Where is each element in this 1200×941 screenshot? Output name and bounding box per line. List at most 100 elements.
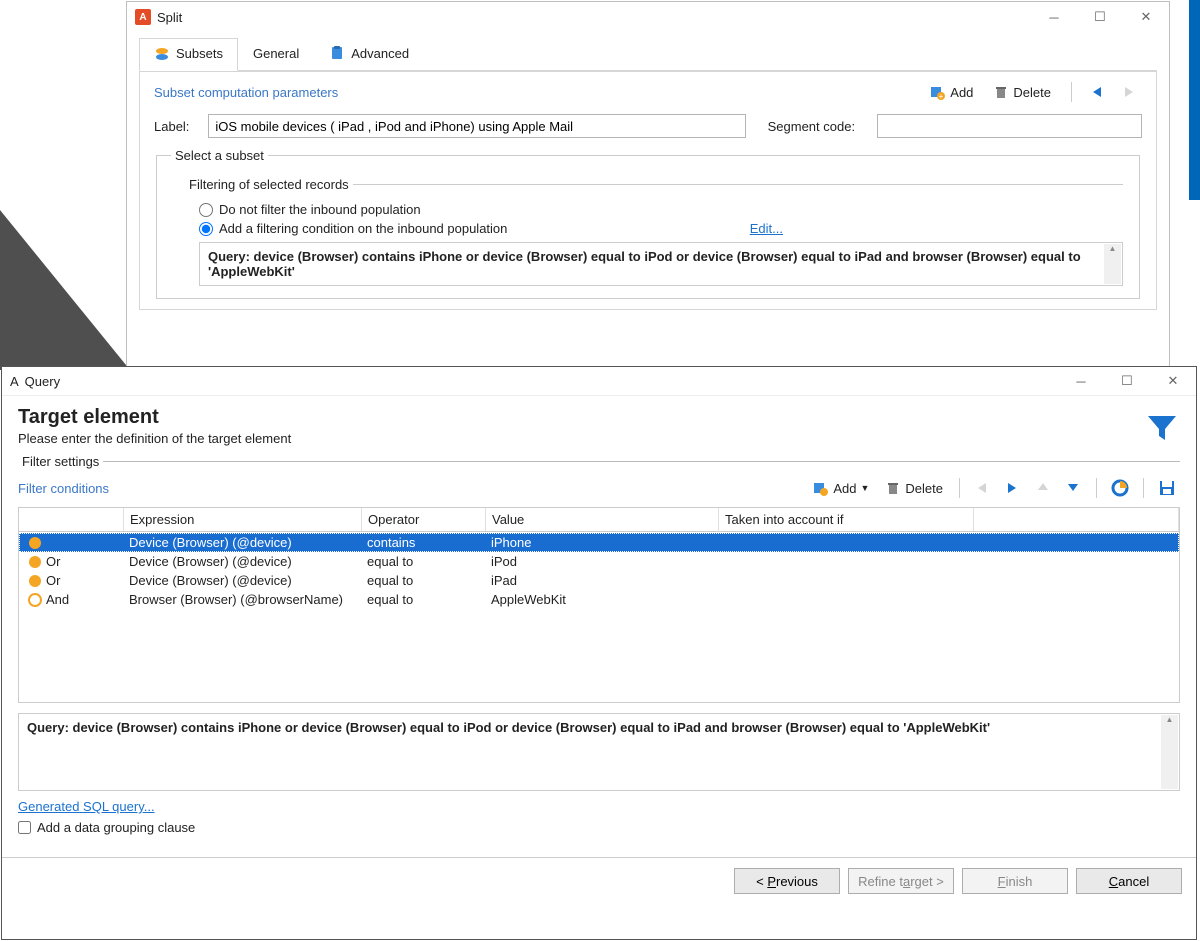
condition-row[interactable]: Or Device (Browser) (@device)equal toiPad — [19, 571, 1179, 590]
arrow-up-icon — [1036, 480, 1050, 496]
separator — [1143, 478, 1144, 498]
condition-icon — [28, 574, 42, 588]
filter-settings-fieldset: Filter settings Filter conditions Add ▼ … — [18, 454, 1180, 849]
query-titlebar: A Query ─ ☐ ✕ — [2, 367, 1196, 395]
refine-button[interactable]: Refine target > — [848, 868, 954, 894]
grid-header: Expression Operator Value Taken into acc… — [19, 508, 1179, 532]
condition-row[interactable]: Device (Browser) (@device)containsiPhone — [19, 533, 1179, 552]
app-logo-icon: A — [135, 9, 151, 25]
col-taken-into[interactable]: Taken into account if — [719, 508, 974, 531]
grid-body: Device (Browser) (@device)containsiPhone… — [19, 532, 1179, 702]
split-titlebar: A Split ─ ☐ ✕ — [127, 2, 1169, 32]
logic-text: And — [46, 592, 69, 607]
separator — [1096, 478, 1097, 498]
tab-general-label: General — [253, 46, 299, 61]
nav-forward-button[interactable] — [1118, 82, 1142, 102]
move-up-button[interactable] — [1030, 477, 1056, 499]
col-expression[interactable]: Expression — [124, 508, 362, 531]
minimize-button[interactable]: ─ — [1058, 367, 1104, 395]
trash-icon — [993, 84, 1009, 100]
query-subheading: Please enter the definition of the targe… — [18, 431, 1180, 446]
nav-left-button[interactable] — [970, 477, 996, 499]
query-preview-text: Query: device (Browser) contains iPhone … — [208, 249, 1081, 279]
grouping-checkbox[interactable] — [18, 821, 31, 834]
segment-code-label: Segment code: — [768, 119, 869, 134]
maximize-button[interactable]: ☐ — [1104, 367, 1150, 395]
radio-filter-label: Add a filtering condition on the inbound… — [219, 221, 507, 236]
generated-sql-link[interactable]: Generated SQL query... — [18, 799, 155, 814]
query-window: A Query ─ ☐ ✕ Target element Please ente… — [1, 366, 1197, 940]
nav-right-button[interactable] — [1000, 477, 1026, 499]
dialog-buttons: < Previous Refine target > Finish Cancel — [2, 857, 1196, 904]
delete-condition-label: Delete — [905, 481, 943, 496]
scrollbar[interactable] — [1104, 244, 1121, 284]
radio-no-filter[interactable] — [199, 203, 213, 217]
background-triangle — [0, 210, 130, 370]
col-operator[interactable]: Operator — [362, 508, 486, 531]
expression-cell: Browser (Browser) (@browserName) — [125, 592, 363, 607]
pie-chart-icon — [1111, 479, 1129, 497]
move-down-button[interactable] — [1060, 477, 1086, 499]
tab-advanced[interactable]: Advanced — [314, 38, 424, 70]
filtering-legend: Filtering of selected records — [185, 177, 353, 192]
add-subset-label: Add — [950, 85, 973, 100]
col-tail — [974, 508, 1179, 531]
tab-advanced-label: Advanced — [351, 46, 409, 61]
query-heading: Target element — [18, 406, 1180, 429]
value-cell: AppleWebKit — [487, 592, 720, 607]
condition-icon — [28, 536, 42, 550]
delete-condition-button[interactable]: Delete — [879, 478, 949, 498]
value-cell: iPhone — [487, 535, 720, 550]
nav-back-button[interactable] — [1086, 82, 1110, 102]
subset-panel: Subset computation parameters + Add Dele… — [139, 71, 1157, 310]
delete-subset-button[interactable]: Delete — [987, 82, 1057, 102]
expression-cell: Device (Browser) (@device) — [125, 554, 363, 569]
value-cell: iPod — [487, 554, 720, 569]
tab-subsets-label: Subsets — [176, 46, 223, 61]
edit-link[interactable]: Edit... — [750, 221, 1123, 236]
save-button[interactable] — [1154, 477, 1180, 499]
col-value[interactable]: Value — [486, 508, 719, 531]
label-input[interactable] — [208, 114, 745, 138]
label-row: Label: Segment code: — [154, 114, 1142, 138]
value-cell: iPad — [487, 573, 720, 588]
grouping-clause-row[interactable]: Add a data grouping clause — [18, 820, 1180, 835]
cancel-button[interactable]: Cancel — [1076, 868, 1182, 894]
tab-general[interactable]: General — [238, 38, 314, 70]
scrollbar[interactable] — [1161, 715, 1178, 789]
radio-filter[interactable] — [199, 222, 213, 236]
dropdown-caret-icon: ▼ — [861, 483, 870, 493]
radio-filter-row[interactable]: Add a filtering condition on the inbound… — [199, 221, 1123, 236]
query-title: Query — [25, 374, 1052, 389]
svg-text:+: + — [939, 92, 944, 100]
panel-title: Subset computation parameters — [154, 85, 916, 100]
arrow-left-icon — [974, 481, 992, 495]
split-title: Split — [157, 10, 1025, 25]
filter-conditions-title: Filter conditions — [18, 481, 803, 496]
distribution-button[interactable] — [1107, 477, 1133, 499]
finish-button[interactable]: Finish — [962, 868, 1068, 894]
close-button[interactable]: ✕ — [1150, 367, 1196, 395]
add-condition-button[interactable]: Add ▼ — [807, 478, 875, 498]
condition-row[interactable]: AndBrowser (Browser) (@browserName)equal… — [19, 590, 1179, 609]
query-preview-box: Query: device (Browser) contains iPhone … — [199, 242, 1123, 286]
previous-button[interactable]: < Previous — [734, 868, 840, 894]
operator-cell: contains — [363, 535, 487, 550]
logic-text: Or — [46, 573, 60, 588]
maximize-button[interactable]: ☐ — [1077, 3, 1123, 31]
add-subset-button[interactable]: + Add — [924, 82, 979, 102]
arrow-left-icon — [1089, 85, 1107, 99]
trash-icon — [885, 480, 901, 496]
close-button[interactable]: ✕ — [1123, 3, 1169, 31]
col-logic[interactable] — [19, 508, 124, 531]
radio-no-filter-row[interactable]: Do not filter the inbound population — [199, 202, 1123, 217]
tab-subsets[interactable]: Subsets — [139, 38, 238, 71]
expression-cell: Device (Browser) (@device) — [125, 573, 363, 588]
clipboard-icon — [329, 45, 345, 61]
operator-cell: equal to — [363, 573, 487, 588]
segment-code-input[interactable] — [877, 114, 1142, 138]
minimize-button[interactable]: ─ — [1031, 3, 1077, 31]
split-tabs: Subsets General Advanced — [139, 38, 1157, 71]
condition-row[interactable]: OrDevice (Browser) (@device)equal toiPod — [19, 552, 1179, 571]
query-summary-box: Query: device (Browser) contains iPhone … — [18, 713, 1180, 791]
